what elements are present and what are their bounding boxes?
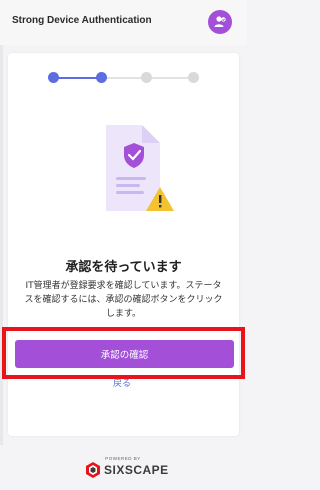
- document-shield-warning-icon: [100, 125, 180, 215]
- sixscape-logo-icon: [86, 462, 100, 478]
- window-edge: [0, 45, 3, 445]
- user-check-icon[interactable]: [208, 10, 232, 34]
- sixscape-logo: SIXSCAPE: [86, 461, 169, 479]
- back-link[interactable]: 戻る: [113, 376, 131, 389]
- step-2: [96, 72, 107, 83]
- confirm-approval-button[interactable]: 承認の確認: [15, 340, 234, 368]
- progress-stepper: [8, 53, 239, 93]
- step-3: [141, 72, 152, 83]
- app-header: Strong Device Authentication: [0, 0, 247, 45]
- step-1: [48, 72, 59, 83]
- step-connector: [54, 77, 102, 79]
- step-4: [188, 72, 199, 83]
- brand-name: SIXSCAPE: [104, 463, 169, 477]
- status-heading: 承認を待っています: [65, 260, 182, 275]
- app-title: Strong Device Authentication: [12, 15, 152, 26]
- status-description: IT管理者が登録要求を確認しています。ステータスを確認するには、承認の確認ボタン…: [24, 281, 223, 319]
